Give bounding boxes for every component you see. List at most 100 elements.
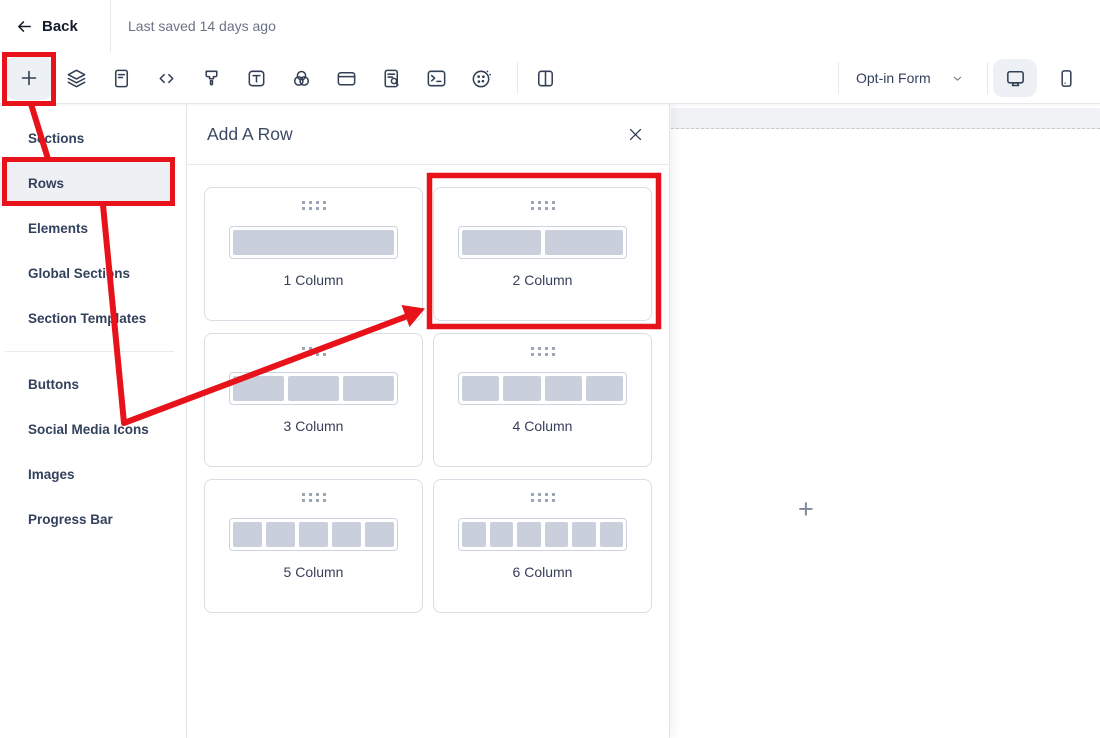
row-option-1-column[interactable]: 1 Column (204, 187, 423, 321)
sidebar-secondary-group: ButtonsSocial Media IconsImagesProgress … (0, 362, 186, 542)
column-bar (365, 522, 394, 547)
row-option-2-column[interactable]: 2 Column (433, 187, 652, 321)
drag-handle-icon (302, 347, 326, 356)
panel-title: Add A Row (207, 124, 293, 145)
brush-icon (200, 67, 223, 90)
row-option-6-column[interactable]: 6 Column (433, 479, 652, 613)
tool-add-button[interactable] (6, 56, 52, 100)
back-arrow-icon (16, 18, 33, 35)
sidebar-item-rows[interactable]: Rows (0, 161, 173, 206)
tool-text-button[interactable] (238, 60, 274, 96)
drag-handle-icon (302, 493, 326, 502)
sidebar-item-social-media-icons[interactable]: Social Media Icons (0, 407, 186, 452)
add-row-panel-header: Add A Row (187, 104, 669, 165)
sidebar-divider (5, 351, 174, 352)
tool-brush-button[interactable] (193, 60, 229, 96)
row-option-4-column[interactable]: 4 Column (433, 333, 652, 467)
tool-layers-button[interactable] (58, 60, 94, 96)
column-bar (343, 376, 394, 401)
chevron-down-icon (951, 72, 964, 85)
sidebar-item-elements[interactable]: Elements (0, 206, 186, 251)
canvas-section-strip (671, 108, 1100, 129)
column-bar (233, 230, 394, 255)
sidebar-item-progress-bar[interactable]: Progress Bar (0, 497, 186, 542)
column-bar (600, 522, 624, 547)
tool-page-button[interactable] (103, 60, 139, 96)
tool-blend-button[interactable] (283, 60, 319, 96)
page-selector-value: Opt-in Form (856, 70, 931, 86)
drag-handle-icon (531, 347, 555, 356)
cookie-icon (470, 67, 493, 90)
split-icon (534, 67, 557, 90)
column-bar (462, 376, 499, 401)
close-panel-button[interactable] (621, 120, 649, 148)
drag-handle-icon (531, 493, 555, 502)
sidebar-item-buttons[interactable]: Buttons (0, 362, 186, 407)
column-preview (229, 226, 398, 259)
column-bar (586, 376, 623, 401)
column-bar (266, 522, 295, 547)
row-option-3-column[interactable]: 3 Column (204, 333, 423, 467)
column-preview (458, 518, 627, 551)
tool-section-button[interactable] (328, 60, 364, 96)
column-bar (233, 376, 284, 401)
phone-icon (1055, 67, 1078, 90)
column-bar (545, 230, 624, 255)
toolbar-split-group (527, 60, 572, 96)
page-editor: Back Last saved 14 days ago Opt-in Form … (0, 0, 1100, 738)
tool-code-button[interactable] (148, 60, 184, 96)
monitor-preview-button[interactable] (993, 59, 1037, 97)
terminal-icon (425, 67, 448, 90)
sidebar-item-global-sections[interactable]: Global Sections (0, 251, 186, 296)
tool-cookie-button[interactable] (463, 60, 499, 96)
row-option-5-column[interactable]: 5 Column (204, 479, 423, 613)
column-bar (462, 230, 541, 255)
add-row-panel: Add A Row 1 Column 2 Column 3 Column 4 Colu… (187, 104, 670, 738)
column-preview (458, 226, 627, 259)
toolbar-divider (517, 62, 518, 94)
column-bar (503, 376, 540, 401)
close-icon (627, 126, 644, 143)
page-icon (110, 67, 133, 90)
section-icon (335, 67, 358, 90)
tool-audit-button[interactable] (373, 60, 409, 96)
tool-split-button[interactable] (527, 60, 563, 96)
audit-icon (380, 67, 403, 90)
column-preview (458, 372, 627, 405)
column-bar (233, 522, 262, 547)
row-option-label: 5 Column (284, 564, 344, 580)
add-icon (17, 66, 41, 90)
toolbar-tool-group (6, 52, 508, 104)
column-preview (229, 518, 398, 551)
blend-icon (290, 67, 313, 90)
row-option-label: 1 Column (284, 272, 344, 288)
canvas-add-element-button[interactable]: + (798, 496, 814, 523)
page-selector-dropdown[interactable]: Opt-in Form (856, 52, 964, 104)
elements-sidebar: SectionsRowsElementsGlobal SectionsSecti… (0, 104, 187, 738)
back-label: Back (42, 18, 78, 35)
phone-preview-button[interactable] (1044, 59, 1088, 97)
drag-handle-icon (302, 201, 326, 210)
column-bar (299, 522, 328, 547)
column-bar (462, 522, 486, 547)
sidebar-item-section-templates[interactable]: Section Templates (0, 296, 186, 341)
page-canvas: + (670, 104, 1100, 738)
back-button[interactable]: Back (16, 0, 78, 52)
sidebar-item-images[interactable]: Images (0, 452, 186, 497)
row-options-grid: 1 Column 2 Column 3 Column 4 Column 5 Column… (204, 187, 651, 613)
code-icon (155, 67, 178, 90)
toolbar-divider (838, 62, 839, 94)
row-option-label: 4 Column (513, 418, 573, 434)
toolbar-divider (987, 62, 988, 94)
column-bar (545, 376, 582, 401)
sidebar-primary-group: SectionsRowsElementsGlobal SectionsSecti… (0, 116, 186, 341)
column-bar (288, 376, 339, 401)
column-bar (332, 522, 361, 547)
column-bar (572, 522, 596, 547)
topbar-divider (110, 0, 111, 52)
last-saved-status: Last saved 14 days ago (128, 0, 276, 52)
sidebar-item-sections[interactable]: Sections (0, 116, 186, 161)
tool-terminal-button[interactable] (418, 60, 454, 96)
row-option-label: 6 Column (513, 564, 573, 580)
row-option-label: 3 Column (284, 418, 344, 434)
